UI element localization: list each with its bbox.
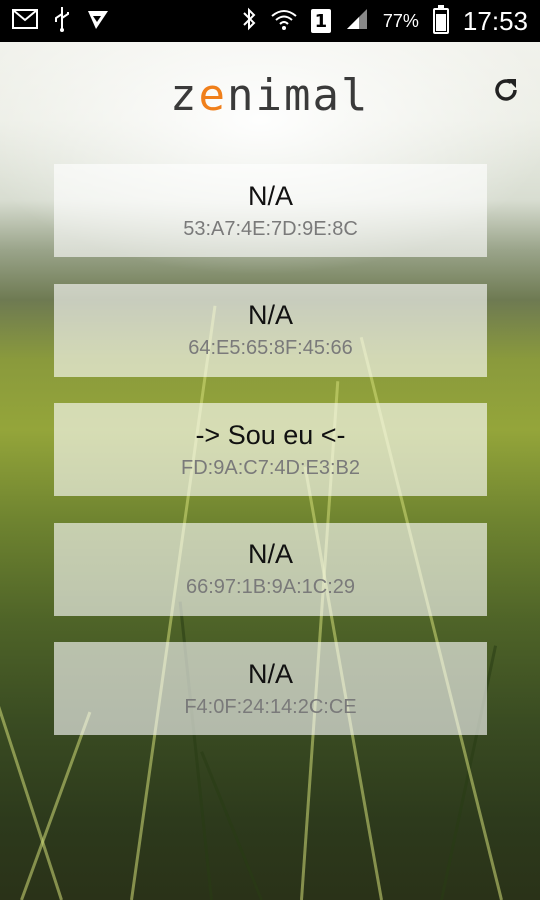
mail-icon [12,8,38,34]
wifi-icon [271,8,297,35]
sim-indicator: 1 [310,9,331,33]
battery-icon [432,5,449,34]
device-item[interactable]: -> Sou eu <- FD:9A:C7:4D:E3:B2 [54,403,487,496]
device-name: -> Sou eu <- [195,419,346,450]
device-item[interactable]: N/A 66:97:1B:9A:1C:29 [54,522,487,616]
refresh-button[interactable] [488,74,524,110]
status-bar: 1 77% 17:53 [0,0,540,42]
signal-icon [345,7,369,36]
device-name: N/A [247,539,293,569]
device-mac-address: F4:0F:24:14:2C:CE [184,695,357,718]
device-mac-address: 64:E5:65:8F:45:66 [188,337,353,359]
zenimal-logo: zenimal [170,70,370,121]
device-mac-address: 53:A7:4E:7D:9E:8C [183,217,358,240]
device-mac-address: 66:97:1B:9A:1C:29 [185,576,355,598]
refresh-icon [491,75,521,109]
device-name: N/A [247,300,293,330]
device-list: N/A 53:A7:4E:7D:9E:8C N/A 64:E5:65:8F:45… [54,164,487,762]
usb-icon [52,6,72,37]
device-item[interactable]: N/A F4:0F:24:14:2C:CE [54,642,487,735]
battery-percent: 77% [382,10,419,31]
device-name: N/A [247,658,293,689]
clock: 17:53 [462,5,528,36]
device-name: N/A [247,180,293,211]
bluetooth-icon [241,7,257,36]
app-header: zenimal [0,42,540,152]
shopping-bag-icon [86,7,110,36]
device-mac-address: FD:9A:C7:4D:E3:B2 [181,456,360,479]
device-item[interactable]: N/A 53:A7:4E:7D:9E:8C [54,164,487,257]
device-item[interactable]: N/A 64:E5:65:8F:45:66 [54,283,487,377]
